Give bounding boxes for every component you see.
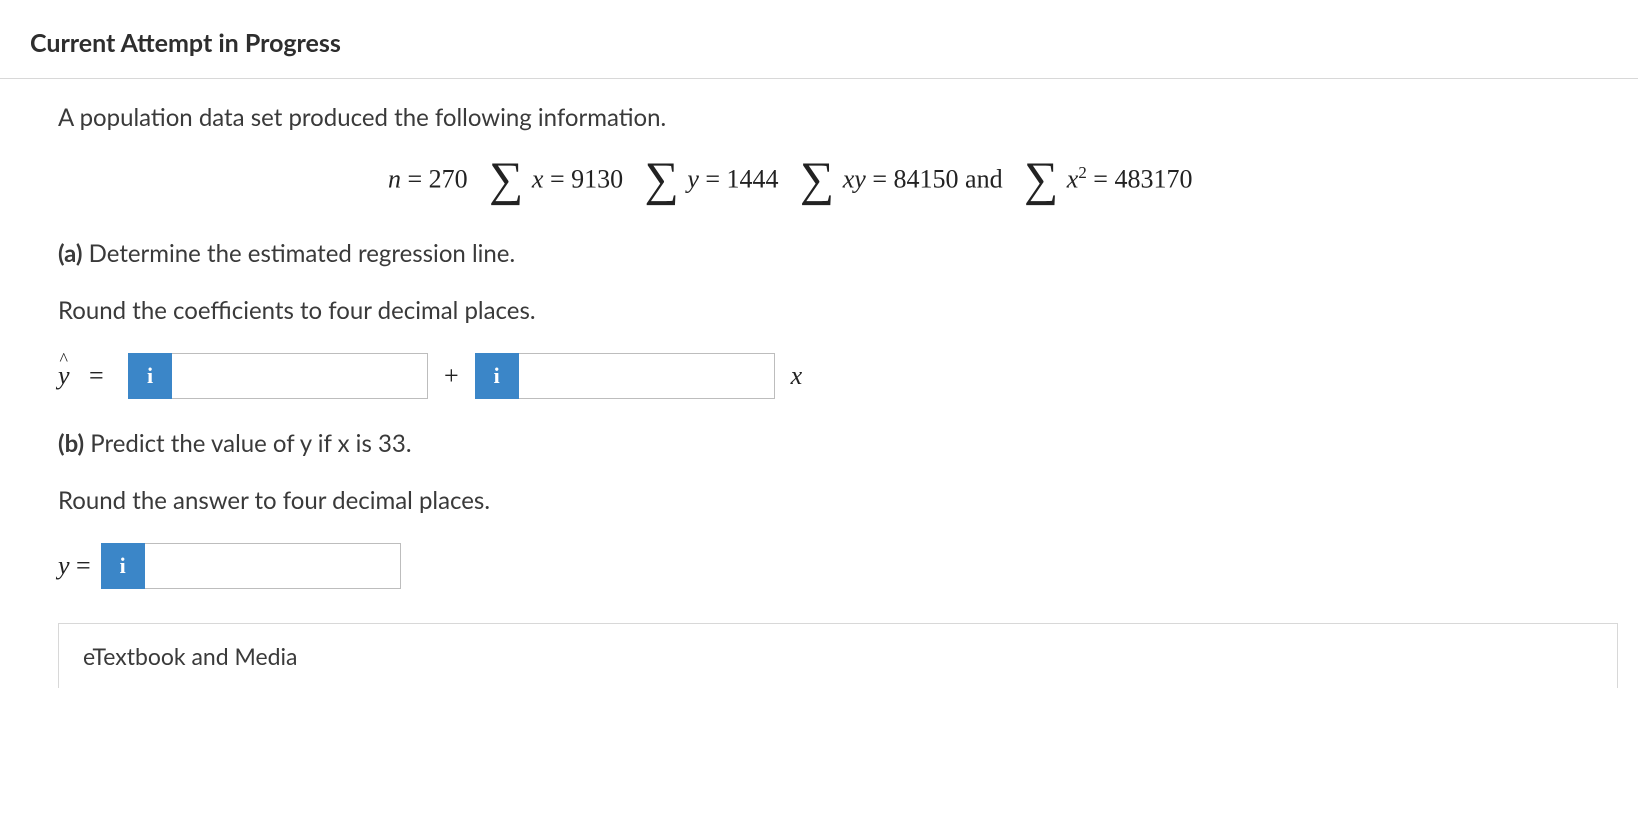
page: Current Attempt in Progress A population… bbox=[0, 0, 1638, 840]
question-content: A population data set produced the follo… bbox=[0, 79, 1638, 688]
info-icon[interactable]: i bbox=[101, 543, 145, 589]
sum-y-value: 1444 bbox=[727, 165, 779, 194]
yhat-prefix: ^ y = bbox=[58, 361, 118, 391]
x-suffix: x bbox=[791, 361, 803, 391]
attempt-header: Current Attempt in Progress bbox=[0, 0, 1638, 78]
info-icon[interactable]: i bbox=[128, 353, 172, 399]
sum-x2-value: 483170 bbox=[1114, 165, 1192, 194]
intro-text: A population data set produced the follo… bbox=[58, 103, 1638, 132]
y-equals-prefix: y = bbox=[58, 551, 91, 581]
hat-icon: ^ bbox=[60, 349, 68, 370]
info-icon[interactable]: i bbox=[475, 353, 519, 399]
sigma-icon: ∑ bbox=[800, 158, 834, 201]
sum-x-var: x bbox=[532, 165, 544, 194]
sigma-icon: ∑ bbox=[489, 158, 523, 201]
part-a-text: Determine the estimated regression line. bbox=[89, 239, 515, 268]
part-b-text: Predict the value of y if x is 33. bbox=[90, 429, 411, 458]
part-b-instruction: Round the answer to four decimal places. bbox=[58, 486, 1638, 515]
slope-answer-box: i bbox=[475, 353, 775, 399]
sum-x2-exp: 2 bbox=[1078, 163, 1086, 182]
prediction-answer-box: i bbox=[101, 543, 401, 589]
equation-summary: n = 270 ∑ x = 9130 ∑ y = 1444 ∑ xy = 841… bbox=[58, 160, 1638, 203]
n-value: 270 bbox=[429, 165, 468, 194]
part-b-label: (b) bbox=[58, 429, 84, 458]
sum-xy-value: 84150 bbox=[894, 165, 959, 194]
sum-xy-var: xy bbox=[843, 165, 866, 194]
prediction-input[interactable] bbox=[145, 543, 401, 589]
prediction-input-row: y = i bbox=[58, 543, 1638, 589]
sigma-icon: ∑ bbox=[1024, 158, 1058, 201]
plus-sign: + bbox=[444, 361, 459, 391]
sum-x-value: 9130 bbox=[571, 165, 623, 194]
etextbook-media-button[interactable]: eTextbook and Media bbox=[58, 623, 1618, 688]
part-a-prompt: (a) Determine the estimated regression l… bbox=[58, 239, 1638, 268]
part-b-prompt: (b) Predict the value of y if x is 33. bbox=[58, 429, 1638, 458]
n-label: n bbox=[388, 165, 401, 194]
regression-input-row: ^ y = i + i x bbox=[58, 353, 1638, 399]
part-a-instruction: Round the coefficients to four decimal p… bbox=[58, 296, 1638, 325]
intercept-answer-box: i bbox=[128, 353, 428, 399]
sigma-icon: ∑ bbox=[645, 158, 679, 201]
and-text: and bbox=[965, 165, 1003, 194]
part-a-label: (a) bbox=[58, 239, 83, 268]
sum-y-var: y bbox=[687, 165, 699, 194]
slope-input[interactable] bbox=[519, 353, 775, 399]
intercept-input[interactable] bbox=[172, 353, 428, 399]
sum-x2-base: x bbox=[1067, 165, 1079, 194]
equals-sign: = bbox=[89, 361, 104, 390]
